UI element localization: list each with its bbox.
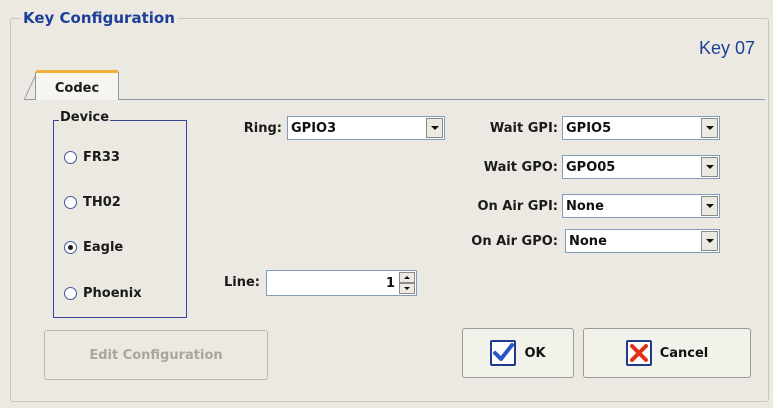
checkmark-icon: [490, 340, 517, 366]
on-air-gpi-value: None: [566, 198, 604, 214]
on-air-gpo-select[interactable]: None: [565, 229, 720, 253]
chevron-down-icon[interactable]: [426, 118, 443, 138]
close-icon: [625, 340, 652, 366]
radio-label: Phoenix: [83, 286, 142, 301]
edit-configuration-label: Edit Configuration: [89, 347, 223, 363]
chevron-down-icon[interactable]: [701, 157, 718, 177]
on-air-gpi-select[interactable]: None: [562, 194, 720, 218]
wait-gpo-value: GPO05: [566, 159, 616, 175]
on-air-gpi-label: On Air GPI:: [477, 199, 558, 214]
on-air-gpo-label: On Air GPO:: [471, 234, 558, 249]
ring-value: GPIO3: [291, 120, 337, 136]
radio-label: Eagle: [83, 240, 124, 255]
radio-th02[interactable]: TH02: [64, 195, 121, 210]
radio-label: FR33: [83, 150, 120, 165]
on-air-gpo-value: None: [569, 233, 607, 249]
line-spinner[interactable]: 1: [266, 270, 417, 296]
radio-button[interactable]: [64, 196, 77, 209]
device-group-title: Device: [59, 110, 111, 125]
spin-up-icon[interactable]: [399, 272, 415, 283]
wait-gpi-value: GPIO5: [566, 120, 612, 136]
cancel-button[interactable]: Cancel: [583, 328, 751, 378]
tab-codec[interactable]: Codec: [35, 70, 119, 100]
radio-button[interactable]: [64, 151, 77, 164]
ring-select[interactable]: GPIO3: [287, 116, 445, 140]
cancel-label: Cancel: [659, 345, 709, 361]
spin-down-icon[interactable]: [399, 283, 415, 294]
ring-label: Ring:: [243, 121, 282, 136]
wait-gpo-label: Wait GPO:: [483, 160, 558, 175]
group-title: Key Configuration: [20, 9, 178, 27]
chevron-down-icon[interactable]: [701, 196, 718, 216]
tab-codec-label: Codec: [54, 81, 100, 96]
line-value[interactable]: 1: [267, 276, 399, 291]
ok-button[interactable]: OK: [462, 328, 574, 378]
radio-button[interactable]: [64, 287, 77, 300]
radio-fr33[interactable]: FR33: [64, 150, 120, 165]
ok-label: OK: [524, 345, 546, 361]
spinner-buttons[interactable]: [399, 272, 415, 294]
wait-gpi-select[interactable]: GPIO5: [562, 116, 720, 140]
radio-phoenix[interactable]: Phoenix: [64, 286, 142, 301]
radio-eagle[interactable]: Eagle: [64, 240, 123, 255]
key-label: Key 07: [698, 38, 755, 58]
chevron-down-icon[interactable]: [701, 118, 718, 138]
edit-configuration-button[interactable]: Edit Configuration: [44, 330, 268, 380]
wait-gpi-label: Wait GPI:: [489, 121, 558, 136]
chevron-down-icon[interactable]: [701, 231, 718, 251]
line-label: Line:: [223, 275, 260, 290]
radio-button-selected[interactable]: [64, 241, 77, 254]
wait-gpo-select[interactable]: GPO05: [562, 155, 720, 179]
radio-label: TH02: [83, 195, 121, 210]
